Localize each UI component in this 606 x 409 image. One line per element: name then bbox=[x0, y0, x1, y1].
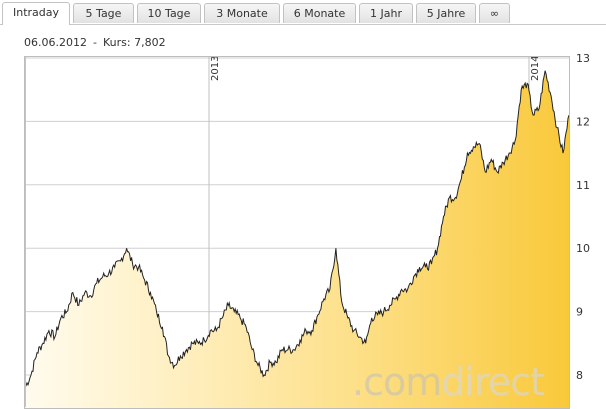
watermark-brand: direct bbox=[441, 360, 545, 404]
watermark-prefix: .com bbox=[352, 360, 442, 404]
tab-3-monate[interactable]: 3 Monate bbox=[204, 3, 280, 23]
y-axis-ticks: 8 9 10 11 12 13 bbox=[576, 52, 590, 382]
year-labels: 2013 2014 bbox=[210, 56, 541, 81]
y-tick-label: 13 bbox=[576, 52, 590, 65]
tab-6-monate[interactable]: 6 Monate bbox=[283, 3, 356, 23]
tab-all-time[interactable]: ∞ bbox=[479, 3, 510, 23]
tab-10-tage[interactable]: 10 Tage bbox=[137, 3, 201, 23]
year-label-2014: 2014 bbox=[530, 56, 541, 81]
comdirect-watermark: .comdirect bbox=[352, 360, 545, 404]
y-tick-label: 11 bbox=[576, 179, 590, 192]
tab-5-tage[interactable]: 5 Tage bbox=[73, 3, 134, 23]
year-label-2013: 2013 bbox=[210, 56, 221, 81]
y-tick-label: 10 bbox=[576, 242, 590, 255]
readout-kurs-label: Kurs: bbox=[102, 36, 131, 49]
price-readout: 06.06.2012- Kurs: 7,802 bbox=[24, 36, 166, 49]
readout-kurs-value: 7,802 bbox=[134, 36, 166, 49]
tab-intraday[interactable]: Intraday bbox=[2, 2, 70, 25]
tab-5-jahre[interactable]: 5 Jahre bbox=[416, 3, 476, 23]
tab-1-jahr[interactable]: 1 Jahr bbox=[359, 3, 413, 23]
y-tick-label: 8 bbox=[576, 369, 583, 382]
y-tick-label: 12 bbox=[576, 115, 590, 128]
price-chart: 8 9 10 11 12 13 2013 2014 bbox=[24, 52, 590, 409]
readout-separator: - bbox=[92, 36, 97, 49]
y-tick-label: 9 bbox=[576, 306, 583, 319]
range-tab-bar: Intraday 5 Tage 10 Tage 3 Monate 6 Monat… bbox=[0, 0, 606, 25]
readout-date: 06.06.2012 bbox=[24, 36, 87, 49]
